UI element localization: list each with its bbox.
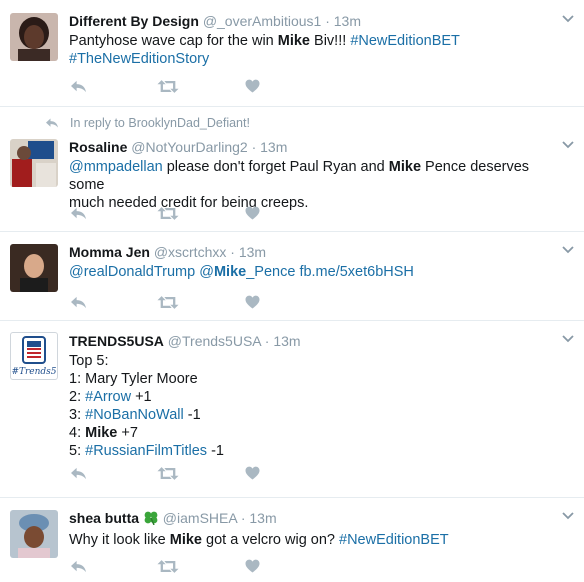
clover-icon	[143, 510, 159, 529]
author-name[interactable]: shea butta	[69, 510, 139, 526]
tweet-text: @realDonaldTrump @Mike_Pence fb.me/5xet6…	[69, 264, 414, 280]
hashtag-link[interactable]: #RussianFilmTitles	[85, 443, 207, 459]
url-link[interactable]: fb.me/5xet6bHSH	[299, 264, 413, 280]
author-name[interactable]: Rosaline	[69, 139, 127, 155]
chevron-down-icon[interactable]	[562, 12, 574, 26]
chevron-down-icon[interactable]	[562, 138, 574, 152]
author-handle[interactable]: @_overAmbitious1	[203, 13, 322, 29]
retweet-icon[interactable]	[157, 293, 245, 311]
hashtag-link[interactable]: #Arrow	[85, 389, 131, 405]
timestamp[interactable]: 13m	[239, 244, 266, 260]
like-icon[interactable]	[245, 293, 333, 311]
chevron-down-icon[interactable]	[562, 243, 574, 257]
avatar[interactable]	[10, 244, 58, 292]
timestamp[interactable]: 13m	[260, 139, 287, 155]
author-handle[interactable]: @iamSHEA	[163, 510, 237, 526]
author-name[interactable]: TRENDS5USA	[69, 333, 164, 349]
tweet[interactable]: Different By Design @_overAmbitious1 · 1…	[0, 0, 584, 107]
reply-icon[interactable]	[69, 77, 157, 95]
reply-icon[interactable]	[69, 464, 157, 482]
tweet-text: Top 5: 1: Mary Tyler Moore 2: #Arrow +1 …	[69, 353, 224, 459]
reply-icon[interactable]	[69, 293, 157, 311]
avatar[interactable]	[10, 13, 58, 61]
avatar[interactable]	[10, 510, 58, 558]
hashtag-link[interactable]: #NewEditionBET	[339, 532, 449, 548]
chevron-down-icon[interactable]	[562, 509, 574, 523]
author-handle[interactable]: @NotYourDarling2	[131, 139, 247, 155]
mention-link[interactable]: @realDonaldTrump	[69, 264, 195, 280]
reply-context[interactable]: In reply to BrooklynDad_Defiant!	[44, 116, 250, 130]
chevron-down-icon[interactable]	[562, 332, 574, 346]
tweet-text: Why it look like Mike got a velcro wig o…	[69, 532, 449, 548]
timestamp[interactable]: 13m	[273, 333, 300, 349]
tweet[interactable]: #Trends5 TRENDS5USA @Trends5USA · 13m To…	[0, 321, 584, 498]
like-icon[interactable]	[245, 77, 333, 95]
reply-icon[interactable]	[69, 204, 157, 222]
hashtag-link[interactable]: #TheNewEditionStory	[69, 51, 209, 67]
author-handle[interactable]: @Trends5USA	[168, 333, 261, 349]
retweet-icon[interactable]	[157, 557, 245, 575]
timestamp[interactable]: 13m	[249, 510, 276, 526]
author-name[interactable]: Momma Jen	[69, 244, 150, 260]
reply-icon	[44, 117, 60, 129]
avatar[interactable]: #Trends5	[10, 332, 58, 380]
like-icon[interactable]	[245, 557, 333, 575]
tweet[interactable]: shea butta @iamSHEA · 13m Why it look li…	[0, 498, 584, 582]
hashtag-link[interactable]: #NewEditionBET	[350, 33, 460, 49]
hashtag-link[interactable]: #NoBanNoWall	[85, 407, 184, 423]
tweet[interactable]: Momma Jen @xscrtchxx · 13m @realDonaldTr…	[0, 232, 584, 321]
timestamp[interactable]: 13m	[334, 13, 361, 29]
tweet-text: Pantyhose wave cap for the win Mike Biv!…	[69, 33, 460, 67]
retweet-icon[interactable]	[157, 77, 245, 95]
reply-icon[interactable]	[69, 557, 157, 575]
author-handle[interactable]: @xscrtchxx	[154, 244, 227, 260]
author-name[interactable]: Different By Design	[69, 13, 199, 29]
avatar[interactable]	[10, 139, 58, 187]
like-icon[interactable]	[245, 204, 333, 222]
retweet-icon[interactable]	[157, 464, 245, 482]
mention-link[interactable]: @mmpadellan	[69, 159, 163, 175]
retweet-icon[interactable]	[157, 204, 245, 222]
avatar-logo-text: #Trends5	[11, 367, 56, 377]
tweet[interactable]: In reply to BrooklynDad_Defiant! Rosalin…	[0, 107, 584, 232]
mention-link[interactable]: @	[199, 264, 214, 280]
like-icon[interactable]	[245, 464, 333, 482]
